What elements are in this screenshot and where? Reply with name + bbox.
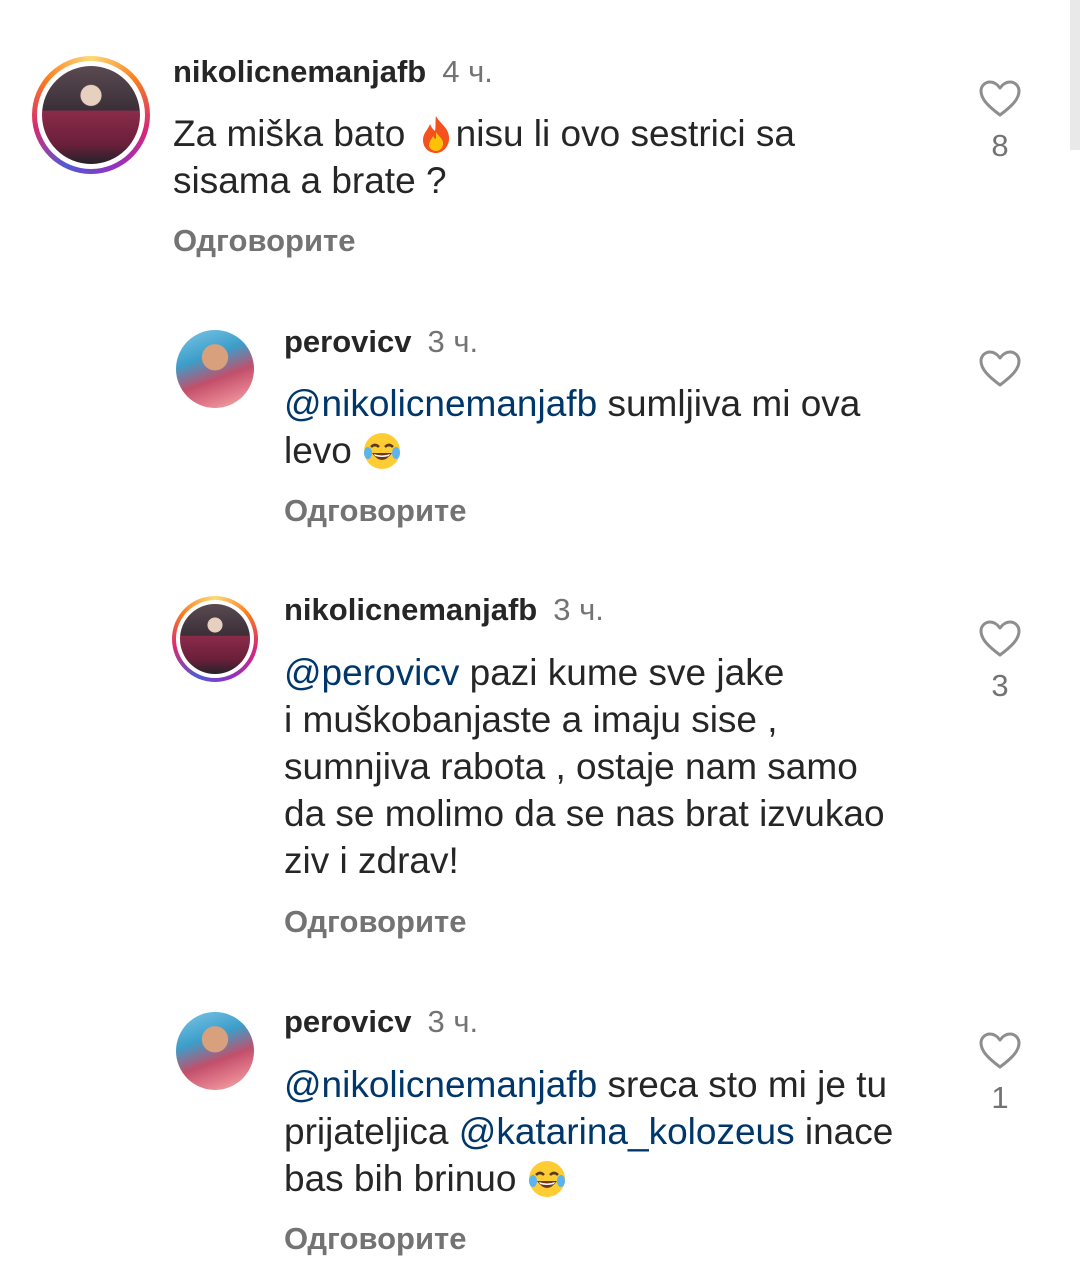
mention-link[interactable]: @katarina_kolozeus xyxy=(459,1111,795,1152)
tears-of-joy-emoji xyxy=(528,1161,565,1197)
avatar[interactable] xyxy=(176,330,254,408)
avatar[interactable] xyxy=(32,56,150,174)
comment-text: @nikolicnemanjafb sreca sto mi je tu pri… xyxy=(284,1064,894,1199)
comment-text: @perovicv pazi kume sve jake i muškobanj… xyxy=(284,652,885,881)
comment-time: 4 ч. xyxy=(442,54,493,89)
comment-text: Za miška bato nisu li ovo sestrici sa si… xyxy=(173,113,795,201)
comment-username[interactable]: nikolicnemanjafb xyxy=(173,54,426,89)
mention-link[interactable]: @perovicv xyxy=(284,652,459,693)
comment-item: nikolicnemanjafb 4 ч. Za miška bato nisu … xyxy=(0,0,1080,290)
heart-icon[interactable] xyxy=(979,1032,1021,1070)
comment-text: @nikolicnemanjafb sumljiva mi ova levo xyxy=(284,383,861,471)
comment-item: nikolicnemanjafb 3 ч. @perovicv pazi kume… xyxy=(0,570,1080,980)
comment-item: perovicv 3 ч. @nikolicnemanjafb sumljiva … xyxy=(0,300,1080,560)
like-count: 3 xyxy=(991,668,1009,703)
reply-button[interactable]: Одговорите xyxy=(284,1221,466,1257)
avatar[interactable] xyxy=(172,596,258,682)
avatar[interactable] xyxy=(176,1012,254,1090)
heart-icon[interactable] xyxy=(979,620,1021,658)
mention-link[interactable]: @nikolicnemanjafb xyxy=(284,1064,597,1105)
heart-icon[interactable] xyxy=(979,350,1021,388)
tears-of-joy-emoji xyxy=(364,433,401,469)
fire-emoji xyxy=(422,116,449,153)
like-count: 8 xyxy=(991,128,1009,163)
comment-username[interactable]: perovicv xyxy=(284,1004,412,1039)
comment-time: 3 ч. xyxy=(553,592,604,627)
comment-time: 3 ч. xyxy=(427,1004,479,1039)
like-count: 1 xyxy=(991,1080,1009,1115)
reply-button[interactable]: Одговорите xyxy=(284,493,466,529)
heart-icon[interactable] xyxy=(979,80,1021,118)
comment-item: perovicv 3 ч. @nikolicnemanjafb sreca sto… xyxy=(0,990,1080,1287)
reply-button[interactable]: Одговорите xyxy=(173,223,355,259)
comment-username[interactable]: nikolicnemanjafb xyxy=(284,592,537,627)
comment-username[interactable]: perovicv xyxy=(284,324,412,359)
reply-button[interactable]: Одговорите xyxy=(284,904,466,940)
mention-link[interactable]: @nikolicnemanjafb xyxy=(284,383,597,424)
comment-time: 3 ч. xyxy=(427,324,479,359)
